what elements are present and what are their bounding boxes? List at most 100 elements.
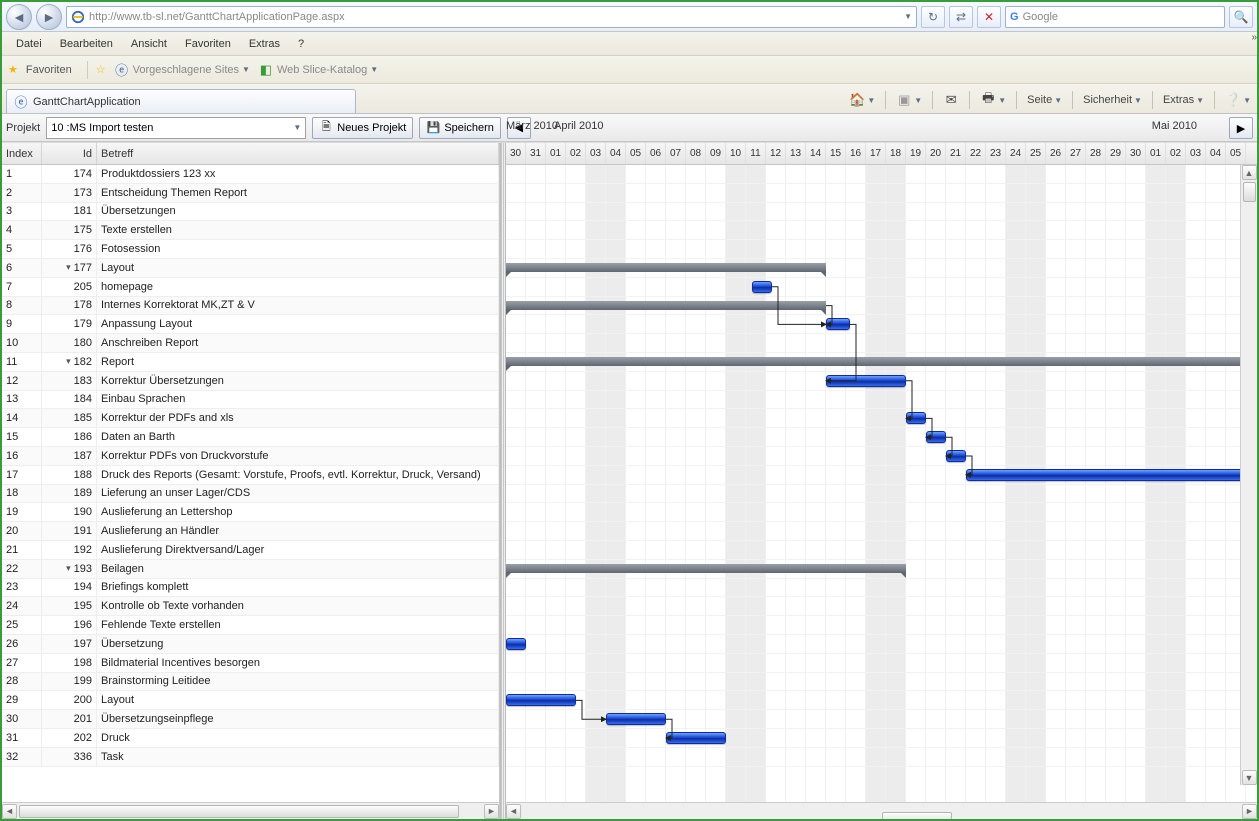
cell-index: 3 <box>2 203 42 221</box>
table-row[interactable]: 25196Fehlende Texte erstellen <box>2 616 499 635</box>
add-fav-icon[interactable]: ☆ <box>96 63 106 76</box>
table-row[interactable]: 2173Entscheidung Themen Report <box>2 184 499 203</box>
page-menu[interactable]: Seite▼ <box>1025 92 1064 108</box>
compat-button[interactable]: ⇄ <box>949 6 973 28</box>
table-row[interactable]: 8178Internes Korrektorat MK,ZT & V <box>2 297 499 316</box>
summary-bar[interactable] <box>506 301 826 310</box>
tools-menu[interactable]: Extras▼ <box>1161 92 1206 108</box>
table-row[interactable]: 4175Texte erstellen <box>2 221 499 240</box>
menu-ansicht[interactable]: Ansicht <box>123 35 175 53</box>
table-row[interactable]: 27198Bildmaterial Incentives besorgen <box>2 654 499 673</box>
menu-datei[interactable]: Datei <box>8 35 50 53</box>
stop-button[interactable]: ✕ <box>977 6 1001 28</box>
table-row[interactable]: 20191Auslieferung an Händler <box>2 522 499 541</box>
safety-menu[interactable]: Sicherheit▼ <box>1081 92 1144 108</box>
gantt-row <box>506 259 1257 278</box>
task-bar[interactable] <box>906 412 926 424</box>
day-header-cell: 13 <box>786 143 806 164</box>
summary-bar[interactable] <box>506 357 1246 366</box>
search-box[interactable]: G Google <box>1005 6 1225 28</box>
table-row[interactable]: 19190Auslieferung an Lettershop <box>2 503 499 522</box>
menu-bearbeiten[interactable]: Bearbeiten <box>52 35 121 53</box>
fav-link-suggested[interactable]: ⓔ Vorgeschlagene Sites ▼ <box>114 62 250 78</box>
table-row[interactable]: 24195Kontrolle ob Texte vorhanden <box>2 597 499 616</box>
search-go-button[interactable]: 🔍 <box>1229 6 1253 28</box>
rss-button[interactable]: ▣▼ <box>894 90 924 110</box>
task-bar[interactable] <box>506 694 576 706</box>
browser-nav: ◄ ► http://www.tb-sl.net/GanttChartAppli… <box>2 2 1257 32</box>
col-header-index[interactable]: Index <box>2 143 42 164</box>
table-row[interactable]: 23194Briefings komplett <box>2 579 499 598</box>
new-project-button[interactable]: 🗎 Neues Projekt <box>312 117 413 139</box>
page-tab[interactable]: ⓔ GanttChartApplication <box>6 89 356 113</box>
url-bar[interactable]: http://www.tb-sl.net/GanttChartApplicati… <box>66 6 917 28</box>
summary-bar[interactable] <box>506 564 906 573</box>
table-row[interactable]: 5176Fotosession <box>2 240 499 259</box>
task-bar[interactable] <box>666 732 726 744</box>
help-button[interactable]: ❔▼ <box>1223 90 1253 110</box>
back-button[interactable]: ◄ <box>6 4 32 30</box>
mail-button[interactable]: ✉ <box>941 90 961 110</box>
col-header-betreff[interactable]: Betreff <box>97 143 499 164</box>
home-button[interactable]: 🏠▼ <box>847 90 877 110</box>
favorites-label[interactable]: Favoriten <box>26 64 72 76</box>
table-row[interactable]: 1174Produktdossiers 123 xx <box>2 165 499 184</box>
google-icon: G <box>1010 11 1019 23</box>
col-header-id[interactable]: Id <box>42 143 97 164</box>
table-row[interactable]: 31202Druck <box>2 729 499 748</box>
table-row[interactable]: 16187Korrektur PDFs von Druckvorstufe <box>2 447 499 466</box>
table-row[interactable]: 12183Korrektur Übersetzungen <box>2 372 499 391</box>
cell-id: 175 <box>42 221 97 239</box>
task-bar[interactable] <box>752 281 772 293</box>
day-header-cell: 30 <box>1126 143 1146 164</box>
task-bar[interactable] <box>926 431 946 443</box>
print-button[interactable]: 🖶▼ <box>978 90 1008 110</box>
task-bar[interactable] <box>946 450 966 462</box>
save-button[interactable]: 💾 Speichern <box>419 117 501 139</box>
expand-toggle-icon[interactable]: ▾ <box>66 563 71 574</box>
table-row[interactable]: 28199Brainstorming Leitidee <box>2 673 499 692</box>
table-row[interactable]: 32336Task <box>2 748 499 767</box>
gantt-vscroll[interactable]: ▲ ▼ <box>1240 165 1257 785</box>
grid-hscroll[interactable]: ◄ ► <box>2 802 499 819</box>
projekt-combo[interactable]: 10 :MS Import testen ▼ <box>46 117 306 139</box>
table-row[interactable]: 10180Anschreiben Report <box>2 334 499 353</box>
table-row[interactable]: 3181Übersetzungen <box>2 203 499 222</box>
table-row[interactable]: 11▾182Report <box>2 353 499 372</box>
menu-extras[interactable]: Extras <box>241 35 288 53</box>
table-row[interactable]: 15186Daten an Barth <box>2 428 499 447</box>
task-bar[interactable] <box>966 469 1246 481</box>
expand-chevrons-icon[interactable]: » <box>1251 32 1257 43</box>
table-row[interactable]: 6▾177Layout <box>2 259 499 278</box>
gantt-row <box>506 710 1257 729</box>
fav-link-webslice[interactable]: ◧ Web Slice-Katalog ▼ <box>258 62 378 78</box>
table-row[interactable]: 7205homepage <box>2 278 499 297</box>
table-row[interactable]: 14185Korrektur der PDFs and xls <box>2 409 499 428</box>
menu-help[interactable]: ? <box>290 35 312 53</box>
refresh-button[interactable]: ↻ <box>921 6 945 28</box>
menu-favoriten[interactable]: Favoriten <box>177 35 239 53</box>
task-bar[interactable] <box>506 638 526 650</box>
cell-id: 194 <box>42 579 97 597</box>
table-row[interactable]: 29200Layout <box>2 691 499 710</box>
nav-right-button[interactable]: ▶ <box>1229 117 1253 139</box>
help-icon: ❔ <box>1225 92 1241 108</box>
expand-toggle-icon[interactable]: ▾ <box>66 262 71 273</box>
task-bar[interactable] <box>606 713 666 725</box>
table-row[interactable]: 18189Lieferung an unser Lager/CDS <box>2 485 499 504</box>
url-dropdown-icon[interactable]: ▼ <box>904 12 912 21</box>
expand-toggle-icon[interactable]: ▾ <box>66 356 71 367</box>
table-row[interactable]: 17188Druck des Reports (Gesamt: Vorstufe… <box>2 466 499 485</box>
task-bar[interactable] <box>826 318 850 330</box>
table-row[interactable]: 26197Übersetzung <box>2 635 499 654</box>
table-row[interactable]: 9179Anpassung Layout <box>2 315 499 334</box>
table-row[interactable]: 30201Übersetzungseinpflege <box>2 710 499 729</box>
task-bar[interactable] <box>826 375 906 387</box>
table-row[interactable]: 22▾193Beilagen <box>2 560 499 579</box>
table-row[interactable]: 21192Auslieferung Direktversand/Lager <box>2 541 499 560</box>
forward-button[interactable]: ► <box>36 4 62 30</box>
summary-bar[interactable] <box>506 263 826 272</box>
table-row[interactable]: 13184Einbau Sprachen <box>2 391 499 410</box>
favorites-star-icon[interactable]: ★ <box>8 63 18 76</box>
gantt-hscroll[interactable]: ◄ ► <box>506 802 1257 819</box>
